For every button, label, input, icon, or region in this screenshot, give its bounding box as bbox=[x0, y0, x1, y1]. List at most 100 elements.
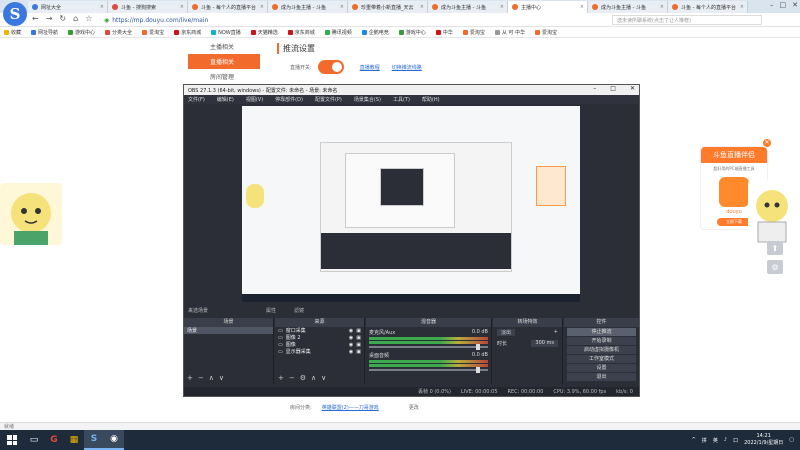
tab-close-icon[interactable]: × bbox=[740, 4, 744, 10]
obs-menu-item[interactable]: 文件(F) bbox=[188, 96, 205, 103]
properties-button[interactable]: 属性 bbox=[266, 307, 276, 314]
transition-add-icon[interactable]: + bbox=[554, 329, 558, 336]
transition-select[interactable]: 淡出 bbox=[497, 329, 516, 336]
source-item[interactable]: ▭ 显示器采集 ◉ ▣ bbox=[275, 348, 364, 356]
maximize-icon[interactable]: □ bbox=[780, 1, 787, 12]
sidebar-nav-item[interactable]: 直播相关 bbox=[188, 54, 260, 69]
home-icon[interactable]: ⌂ bbox=[73, 14, 78, 23]
bookmark-item[interactable]: 网址导航 bbox=[31, 29, 58, 36]
tab-close-icon[interactable]: × bbox=[180, 4, 184, 10]
move-up-icon[interactable]: ∧ bbox=[209, 374, 214, 382]
live-switch-toggle[interactable] bbox=[317, 60, 344, 74]
visibility-icon[interactable]: ◉ bbox=[349, 349, 353, 355]
visibility-icon[interactable]: ◉ bbox=[349, 342, 353, 348]
download-button[interactable]: 立即下载 bbox=[717, 218, 751, 226]
forward-icon[interactable]: → bbox=[46, 14, 53, 23]
browser-g-icon[interactable]: G bbox=[44, 430, 64, 450]
tab-close-icon[interactable]: × bbox=[660, 4, 664, 10]
source-item[interactable]: ▭ 图像 2 ◉ ▣ bbox=[275, 334, 364, 342]
scene-item[interactable]: 场景 bbox=[184, 327, 273, 334]
app-folder-icon[interactable]: ▦ bbox=[64, 430, 84, 450]
bookmark-item[interactable]: 爱淘宝 bbox=[462, 29, 485, 36]
minimize-icon[interactable]: – bbox=[770, 1, 774, 12]
lock-icon[interactable]: ▣ bbox=[356, 335, 361, 341]
bookmark-item[interactable]: 腾讯视频 bbox=[324, 29, 352, 36]
tab-close-icon[interactable]: × bbox=[500, 4, 504, 10]
volume-icon[interactable]: ♪ bbox=[724, 437, 727, 443]
tab-close-icon[interactable]: × bbox=[100, 4, 104, 10]
bookmark-item[interactable]: 京东商城 bbox=[287, 29, 315, 36]
refresh-icon[interactable]: ↻ bbox=[59, 14, 66, 23]
tab-close-icon[interactable]: × bbox=[580, 4, 584, 10]
add-source-icon[interactable]: + bbox=[278, 374, 284, 382]
remove-source-icon[interactable]: − bbox=[289, 374, 295, 382]
obs-taskbar-icon[interactable]: ◉ bbox=[104, 430, 124, 450]
source-item[interactable]: ▭ 窗口采集 ◉ ▣ bbox=[275, 327, 364, 335]
browser-tab[interactable]: 斗鱼 - 每个人的直播平台 × bbox=[668, 1, 748, 13]
tray-item[interactable]: 口 bbox=[733, 437, 738, 444]
lock-icon[interactable]: ▣ bbox=[356, 328, 361, 334]
star-icon[interactable]: ☆ bbox=[85, 14, 92, 23]
volume-slider[interactable] bbox=[369, 344, 488, 350]
tab-close-icon[interactable]: × bbox=[260, 4, 264, 10]
bookmark-item[interactable]: 从 可 中华 bbox=[494, 29, 525, 36]
bookmark-item[interactable]: 天猫精选 bbox=[250, 29, 278, 36]
obs-preview[interactable] bbox=[242, 106, 580, 302]
tab-close-icon[interactable]: × bbox=[420, 4, 424, 10]
bookmark-item[interactable]: 中华 bbox=[435, 29, 453, 36]
sidebar-nav-item[interactable]: 主播相关 bbox=[188, 39, 260, 54]
sidebar-nav-item[interactable]: 房间管理 bbox=[188, 69, 260, 84]
browser-logo-icon[interactable]: S bbox=[3, 2, 27, 26]
browser-tab[interactable]: 主播中心 × bbox=[508, 1, 588, 13]
lock-icon[interactable]: ▣ bbox=[356, 342, 361, 348]
browser-tab[interactable]: 斗鱼 - 搜狗搜索 × bbox=[108, 1, 188, 13]
move-up-icon[interactable]: ∧ bbox=[311, 374, 316, 382]
source-item[interactable]: ▭ 图像 ◉ ▣ bbox=[275, 341, 364, 349]
browser-tab[interactable]: 成为斗鱼主播 - 斗鱼 × bbox=[588, 1, 668, 13]
obs-menu-item[interactable]: 帮助(H) bbox=[422, 96, 440, 103]
settings-button[interactable]: 设置 bbox=[567, 364, 636, 372]
bookmark-item[interactable]: 收藏 bbox=[4, 29, 21, 36]
clock[interactable]: 14:21 2022/1/9/星期日 bbox=[744, 433, 783, 447]
bookmark-item[interactable]: 爱淘宝 bbox=[535, 29, 557, 36]
notification-icon[interactable]: ▢ bbox=[789, 437, 794, 443]
obs-maximize-icon[interactable]: □ bbox=[610, 85, 616, 92]
stop-streaming-button[interactable]: 停止推流 bbox=[567, 328, 636, 336]
back-icon[interactable]: ← bbox=[32, 14, 39, 23]
bookmark-item[interactable]: 游戏中心 bbox=[398, 29, 426, 36]
studio-mode-button[interactable]: 工作室模式 bbox=[567, 355, 636, 363]
tray-item[interactable]: 英 bbox=[713, 437, 718, 444]
browser-tab[interactable]: 斗鱼 - 每个人的直播平台 × bbox=[188, 1, 268, 13]
side-tool-icon[interactable]: ⬆ bbox=[767, 241, 783, 255]
move-down-icon[interactable]: ∨ bbox=[321, 374, 326, 382]
tutorial-link[interactable]: 直播教程 bbox=[360, 64, 380, 71]
tab-close-icon[interactable]: × bbox=[340, 4, 344, 10]
visibility-icon[interactable]: ◉ bbox=[349, 328, 353, 334]
obs-close-icon[interactable]: ✕ bbox=[630, 85, 635, 92]
side-tool-icon[interactable]: ⚙ bbox=[767, 260, 783, 274]
tray-item[interactable]: ^ bbox=[692, 437, 696, 443]
browser-tab[interactable]: 成为斗鱼主播 - 斗鱼 × bbox=[428, 1, 508, 13]
obs-menu-item[interactable]: 编辑(E) bbox=[217, 96, 234, 103]
move-down-icon[interactable]: ∨ bbox=[219, 374, 224, 382]
visibility-icon[interactable]: ◉ bbox=[349, 335, 353, 341]
start-virtual-camera-button[interactable]: 启动虚拟摄像机 bbox=[567, 346, 636, 354]
bookmark-item[interactable]: 京东商城 bbox=[174, 29, 201, 36]
obs-menu-item[interactable]: 场景集合(S) bbox=[354, 96, 381, 103]
bookmark-item[interactable]: 企鹅电竞 bbox=[361, 29, 389, 36]
file-explorer-icon[interactable]: ▭ bbox=[24, 430, 44, 450]
source-settings-icon[interactable]: ⚙ bbox=[300, 374, 306, 382]
sogou-browser-icon[interactable]: S bbox=[84, 430, 104, 450]
bookmark-item[interactable]: 爱淘宝 bbox=[142, 29, 164, 36]
tray-item[interactable]: 拼 bbox=[702, 437, 707, 444]
obs-menu-item[interactable]: 视图(V) bbox=[246, 96, 263, 103]
category-link[interactable]: 英雄联盟(2)——刀哥游戏 bbox=[322, 404, 379, 411]
browser-tab[interactable]: 珍重带着小新直播_天云 × bbox=[348, 1, 428, 13]
url-field[interactable]: ◉ https://mp.douyu.com/live/main bbox=[104, 15, 534, 25]
close-icon[interactable]: ✕ bbox=[792, 1, 798, 12]
exit-button[interactable]: 退出 bbox=[567, 373, 636, 381]
obs-menu-item[interactable]: 配置文件(P) bbox=[315, 96, 342, 103]
browser-tab[interactable]: 成为斗鱼主播 - 斗鱼 × bbox=[268, 1, 348, 13]
bookmark-item[interactable]: 分类大全 bbox=[105, 29, 132, 36]
lock-icon[interactable]: ▣ bbox=[356, 349, 361, 355]
